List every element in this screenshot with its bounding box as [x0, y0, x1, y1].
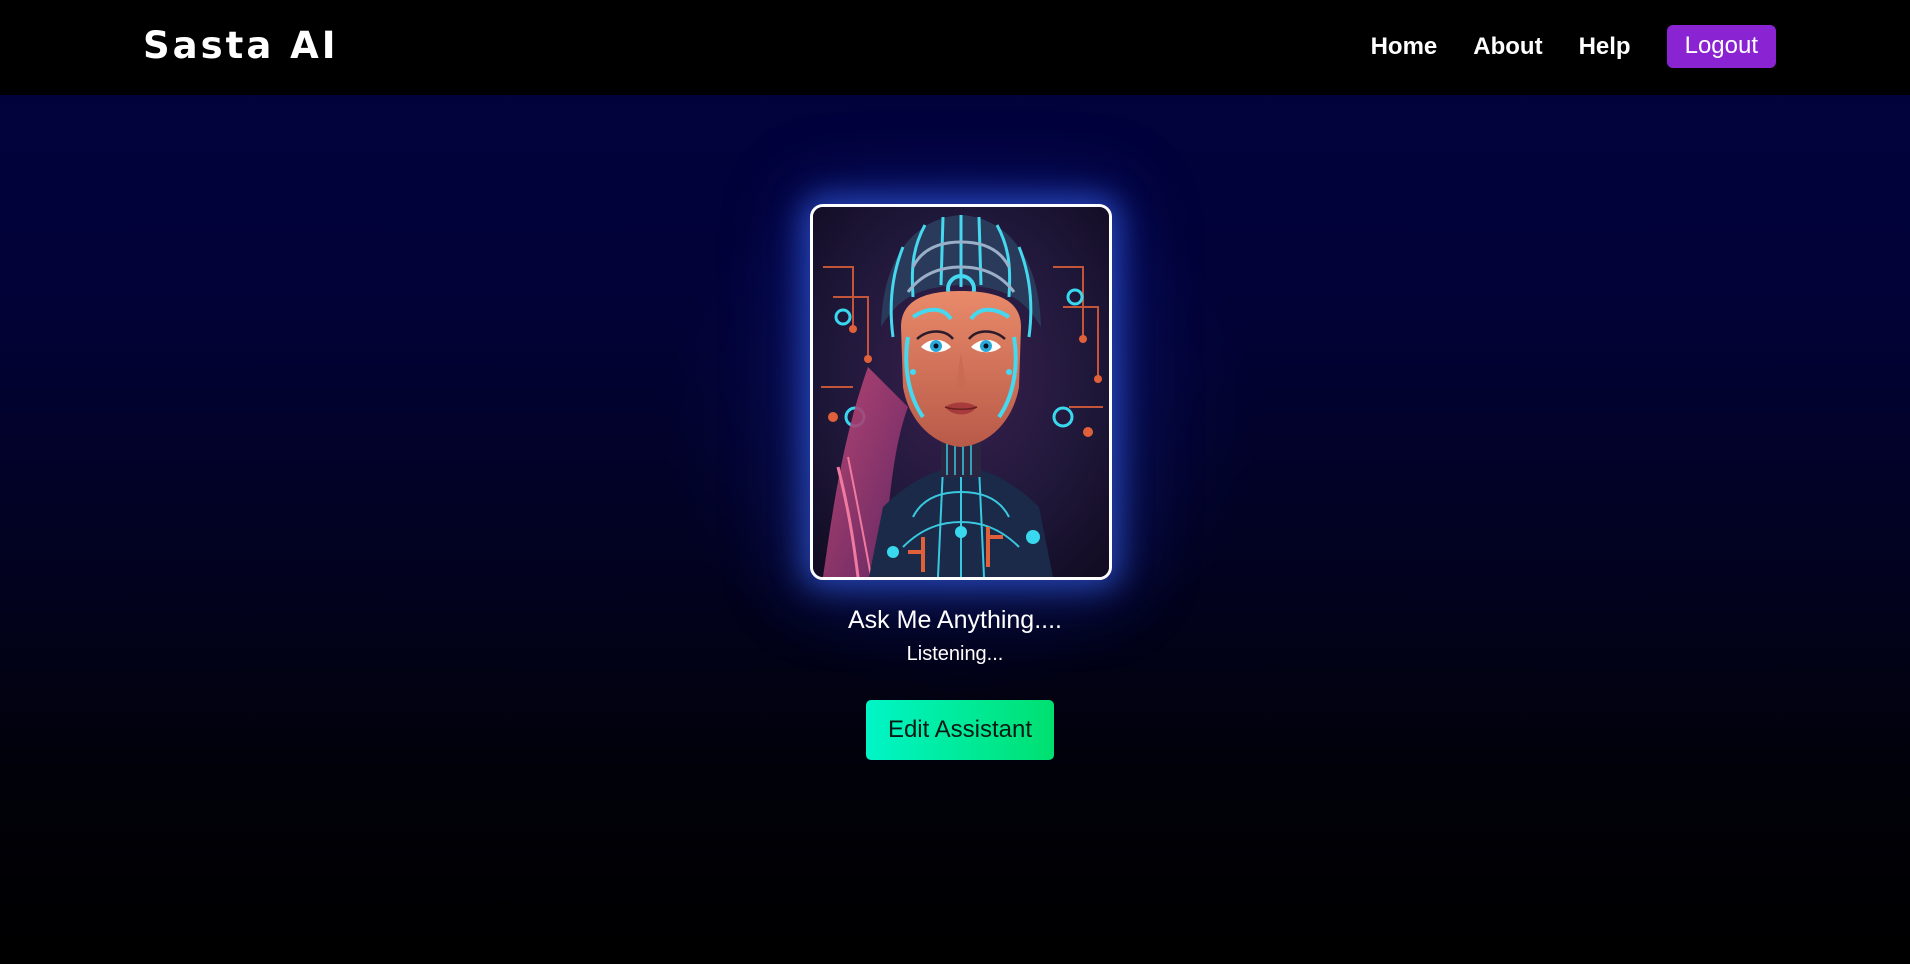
listening-status-text: Listening... [906, 643, 1004, 665]
assistant-avatar [810, 204, 1112, 580]
nav-menu: Home About Help Logout [1371, 25, 1776, 68]
edit-assistant-button[interactable]: Edit Assistant [866, 700, 1054, 760]
nav-about-link[interactable]: About [1473, 33, 1542, 61]
brand-logo[interactable]: Sasta AI [143, 24, 339, 67]
robot-portrait-image [813, 207, 1109, 577]
page: Sasta AI Home About Help Logout Ask Me A… [0, 0, 1910, 964]
logout-button[interactable]: Logout [1666, 25, 1776, 68]
top-navbar: Sasta AI Home About Help Logout [0, 0, 1910, 95]
nav-help-link[interactable]: Help [1579, 33, 1631, 61]
nav-home-link[interactable]: Home [1371, 33, 1438, 61]
assistant-prompt-text: Ask Me Anything.... [848, 606, 1062, 634]
